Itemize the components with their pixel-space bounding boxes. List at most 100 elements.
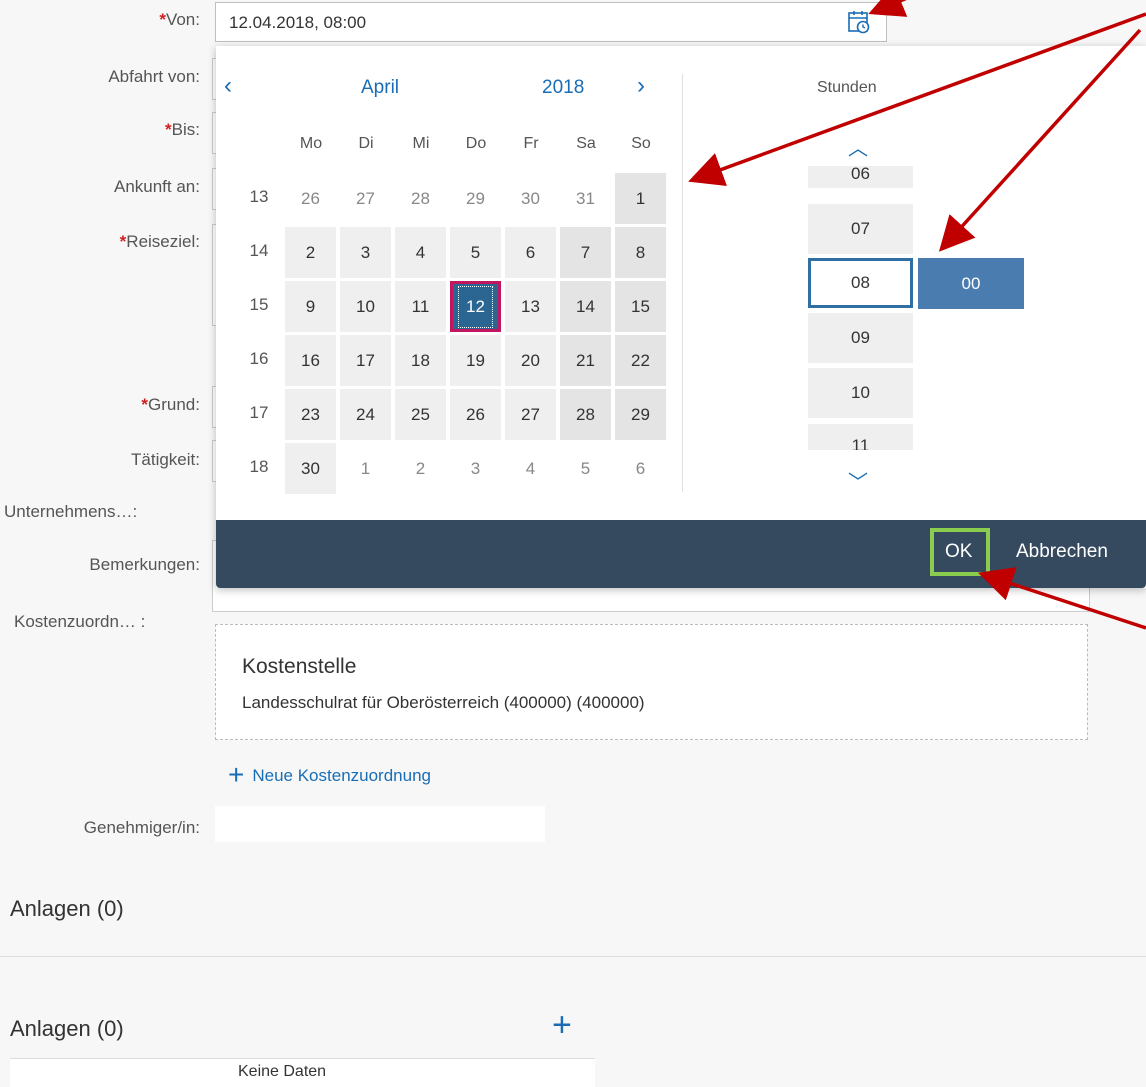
week-number: 17 (249, 403, 269, 422)
calendar-day[interactable]: 26 (285, 173, 336, 224)
hour-item[interactable]: 11 (808, 424, 913, 450)
hour-item[interactable]: 06 (808, 166, 913, 188)
calendar-day[interactable]: 1 (340, 443, 391, 494)
calendar-day[interactable]: 20 (505, 335, 556, 386)
calendar-day[interactable]: 4 (395, 227, 446, 278)
calendar-day[interactable]: 26 (450, 389, 501, 440)
calendar-day[interactable]: 30 (505, 173, 556, 224)
calendar-day[interactable]: 13 (505, 281, 556, 332)
calendar-day[interactable]: 22 (615, 335, 666, 386)
ankunft-label: Ankunft an: (113, 177, 200, 196)
hours-down-icon[interactable]: ﹀ (848, 466, 868, 495)
week-number: 16 (249, 349, 269, 368)
next-month-arrow[interactable]: › (637, 72, 645, 100)
calendar-day[interactable]: 29 (615, 389, 666, 440)
attachments-table-title: Anlagen (0) (10, 1016, 124, 1041)
required-marker: * (159, 10, 166, 29)
attachments-table: Keine Daten (10, 1058, 595, 1087)
weekday-di: Di (358, 135, 374, 152)
minutes-selected[interactable]: 00 (918, 258, 1024, 309)
hour-item[interactable]: 09 (808, 313, 913, 363)
calendar-day[interactable]: 25 (395, 389, 446, 440)
calendar-day[interactable]: 14 (560, 281, 611, 332)
calendar-day[interactable]: 15 (615, 281, 666, 332)
taetigkeit-label: Tätigkeit: (131, 450, 200, 469)
calendar-day[interactable]: 24 (340, 389, 391, 440)
calendar-day[interactable]: 8 (615, 227, 666, 278)
calendar-day[interactable]: 5 (560, 443, 611, 494)
calendar-day[interactable]: 1 (615, 173, 666, 224)
hours-label: Stunden (817, 79, 877, 96)
cancel-button[interactable]: Abbrechen (1016, 541, 1108, 563)
cost-assignment-card[interactable]: Kostenstelle Landesschulrat für Oberöste… (215, 624, 1088, 740)
calendar-day[interactable]: 6 (505, 227, 556, 278)
section-divider (0, 956, 1146, 957)
reiseziel-label: *Reiseziel: (119, 232, 200, 251)
picker-divider (682, 74, 683, 492)
bemerkungen-label: Bemerkungen: (89, 555, 200, 574)
cost-center-title: Kostenstelle (242, 655, 357, 678)
calendar-clock-icon[interactable] (846, 9, 872, 35)
calendar-day[interactable]: 2 (285, 227, 336, 278)
calendar-day[interactable]: 27 (505, 389, 556, 440)
year-button[interactable]: 2018 (542, 77, 584, 99)
weekday-fr: Fr (523, 135, 539, 152)
genehmiger-field[interactable] (215, 806, 545, 842)
calendar-day[interactable]: 28 (395, 173, 446, 224)
calendar-day[interactable]: 3 (450, 443, 501, 494)
weekday-do: Do (465, 135, 487, 152)
genehmiger-label: Genehmiger/in: (83, 818, 200, 837)
popover-footer: OK Abbrechen (216, 520, 1146, 588)
plus-icon: + (228, 759, 245, 790)
calendar-day[interactable]: 9 (285, 281, 336, 332)
weekday-sa: Sa (576, 135, 596, 152)
von-datetime-input[interactable]: 12.04.2018, 08:00 (215, 2, 887, 42)
calendar-day[interactable]: 29 (450, 173, 501, 224)
calendar-day[interactable]: 4 (505, 443, 556, 494)
calendar-day[interactable]: 30 (285, 443, 336, 494)
kosten-label: Kostenzuordn… : (14, 612, 146, 631)
hour-item[interactable]: 07 (808, 204, 913, 254)
calendar-day[interactable]: 10 (340, 281, 391, 332)
bis-label: *Bis: (165, 120, 200, 139)
calendar-day[interactable]: 27 (340, 173, 391, 224)
calendar-day[interactable]: 6 (615, 443, 666, 494)
von-label: *Von: (159, 10, 200, 29)
weekday-mi: Mi (412, 135, 430, 152)
hour-item[interactable]: 10 (808, 368, 913, 418)
calendar-day[interactable]: 18 (395, 335, 446, 386)
calendar-day[interactable]: 17 (340, 335, 391, 386)
calendar-day[interactable]: 21 (560, 335, 611, 386)
week-number: 15 (249, 295, 269, 314)
ok-button[interactable]: OK (945, 541, 972, 563)
prev-month-arrow[interactable]: ‹ (224, 72, 232, 100)
abfahrt-label: Abfahrt von: (108, 67, 200, 86)
calendar-day[interactable]: 2 (395, 443, 446, 494)
add-attachment-icon[interactable]: + (552, 1006, 572, 1045)
hour-selected[interactable]: 08 (808, 258, 913, 308)
calendar-day[interactable]: 7 (560, 227, 611, 278)
calendar-day[interactable]: 23 (285, 389, 336, 440)
add-cost-assignment-link[interactable]: + Neue Kostenzuordnung (228, 756, 431, 790)
calendar-day[interactable]: 19 (450, 335, 501, 386)
calendar-day[interactable]: 11 (395, 281, 446, 332)
calendar-day-selected[interactable]: 12 (450, 281, 501, 332)
datetime-picker-popover: ‹ April 2018 › Mo Di Mi Do Fr Sa So 13 26 27 28 29… (216, 46, 1146, 588)
cost-center-value: Landesschulrat für Oberösterreich (40000… (242, 693, 645, 712)
grund-label: *Grund: (141, 395, 200, 414)
unternehmens-label: Unternehmens…: (4, 502, 138, 521)
calendar-day[interactable]: 28 (560, 389, 611, 440)
weekday-so: So (631, 135, 651, 152)
weekday-mo: Mo (299, 135, 323, 152)
week-number: 18 (249, 457, 269, 476)
calendar-day[interactable]: 31 (560, 173, 611, 224)
week-number: 14 (249, 241, 269, 260)
week-number: 13 (249, 187, 269, 206)
month-button[interactable]: April (361, 77, 399, 99)
no-data-text: Keine Daten (238, 1063, 327, 1080)
von-value: 12.04.2018, 08:00 (229, 13, 367, 32)
calendar-day[interactable]: 16 (285, 335, 336, 386)
calendar-day[interactable]: 3 (340, 227, 391, 278)
calendar-day[interactable]: 5 (450, 227, 501, 278)
hours-up-icon[interactable]: ︿ (848, 132, 868, 161)
